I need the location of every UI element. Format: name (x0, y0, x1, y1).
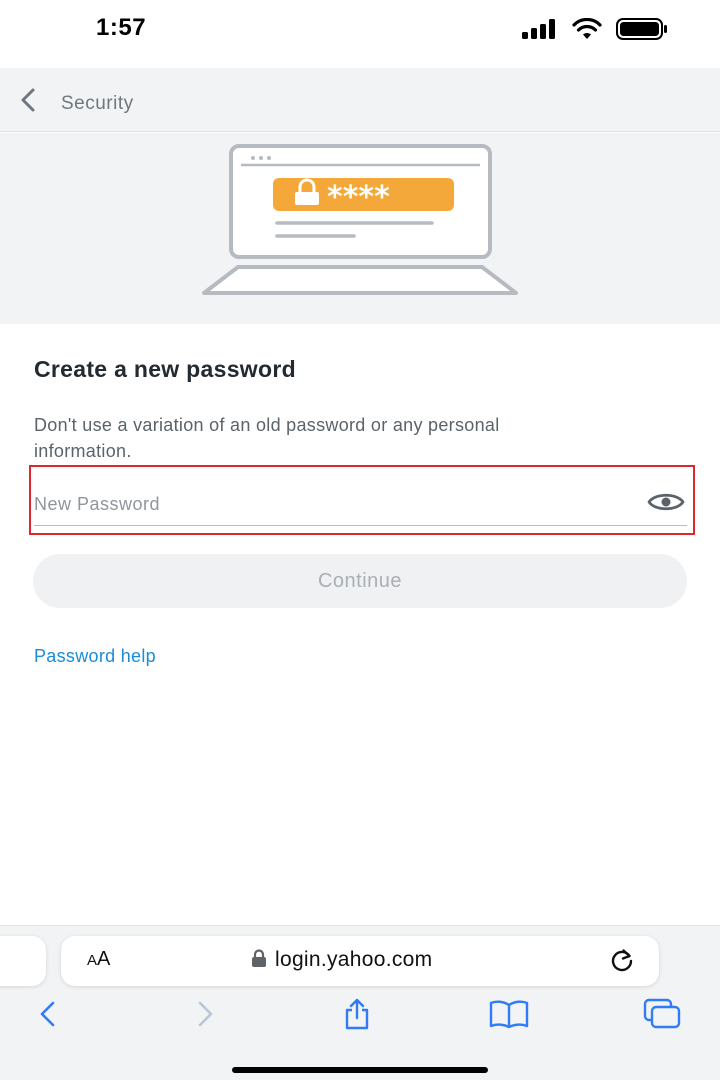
forward-arrow-icon (193, 1000, 217, 1033)
back-button[interactable] (12, 86, 44, 118)
eye-icon (647, 491, 685, 518)
tabs-button[interactable] (640, 996, 684, 1036)
page-heading: Create a new password (34, 356, 296, 382)
text-size-button[interactable]: AA (87, 948, 110, 971)
url-text: login.yahoo.com (275, 948, 433, 971)
laptop-illustration: **** (202, 144, 518, 295)
browser-toolbar: AA login.yahoo.com (0, 925, 720, 1080)
status-bar: 1:57 (0, 0, 720, 68)
show-password-toggle[interactable] (646, 490, 686, 518)
hero-illustration: **** (0, 133, 720, 324)
reload-icon (609, 947, 635, 978)
back-arrow-icon (36, 1000, 60, 1033)
status-icons (522, 17, 668, 45)
reload-button[interactable] (606, 946, 638, 978)
status-time: 1:57 (96, 14, 147, 41)
continue-button[interactable]: Continue (33, 554, 687, 608)
password-mask: **** (327, 180, 390, 215)
tabs-icon (642, 998, 682, 1035)
previous-tab-preview[interactable] (0, 936, 46, 986)
wifi-icon (572, 17, 602, 45)
share-button[interactable] (335, 996, 379, 1036)
nav-title: Security (61, 93, 134, 114)
password-guidance-text: Don't use a variation of an old password… (34, 415, 500, 461)
browser-back-button[interactable] (26, 996, 70, 1036)
home-indicator (232, 1067, 488, 1073)
nav-header: Security (0, 68, 720, 132)
share-icon (340, 997, 374, 1036)
address-bar[interactable]: AA login.yahoo.com (61, 936, 659, 986)
signal-icon (522, 19, 558, 44)
battery-icon (616, 18, 668, 45)
password-help-link[interactable]: Password help (34, 646, 156, 667)
new-password-input[interactable] (34, 486, 634, 522)
back-chevron-icon (17, 87, 39, 118)
url-display[interactable]: login.yahoo.com (251, 948, 432, 972)
browser-nav-buttons (0, 996, 720, 1038)
bookmarks-icon (488, 999, 530, 1034)
lock-icon (251, 948, 267, 972)
password-field-underline (34, 525, 687, 526)
bookmarks-button[interactable] (487, 996, 531, 1036)
browser-forward-button[interactable] (183, 996, 227, 1036)
